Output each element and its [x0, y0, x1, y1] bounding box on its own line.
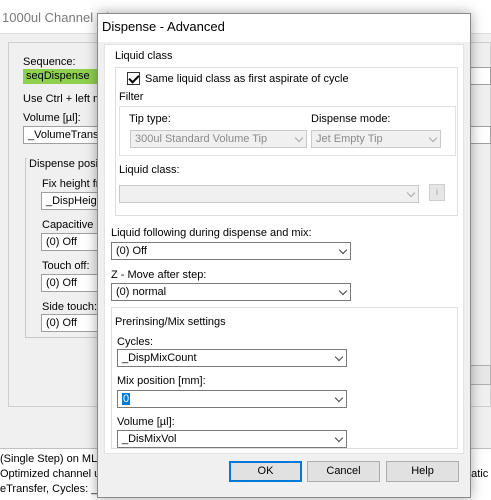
chevron-down-icon: [334, 433, 344, 443]
dialog-title: Dispense - Advanced: [102, 19, 225, 34]
tip-type-select[interactable]: 300ul Standard Volume Tip: [130, 130, 307, 148]
liquid-class-group: Same liquid class as first aspirate of c…: [115, 67, 458, 216]
dialog-titlebar[interactable]: Dispense - Advanced: [98, 14, 470, 42]
dispense-advanced-dialog: Dispense - Advanced Liquid class Same li…: [97, 13, 471, 498]
mix-volume-label: Volume [µl]:: [117, 416, 175, 428]
right-edge-field-2[interactable]: [468, 126, 491, 144]
mix-volume-select[interactable]: _DisMixVol: [117, 430, 347, 448]
tip-type-value: 300ul Standard Volume Tip: [135, 133, 268, 145]
z-move-select[interactable]: (0) normal: [111, 283, 351, 301]
sequence-label: Sequence:: [23, 56, 76, 68]
cycles-label: Cycles:: [117, 336, 154, 348]
dispense-mode-value: Jet Empty Tip: [316, 133, 383, 145]
filter-label: Filter: [119, 91, 144, 103]
chevron-down-icon: [338, 245, 348, 255]
dispense-mode-select[interactable]: Jet Empty Tip: [311, 130, 441, 148]
capacitive-select[interactable]: (0) Off: [41, 233, 101, 251]
mix-position-label: Mix position [mm]:: [117, 375, 206, 387]
mix-position-select[interactable]: 0: [117, 390, 347, 408]
cycles-value: _DispMixCount: [122, 352, 197, 364]
tip-type-label: Tip type:: [129, 113, 171, 125]
hint-text: Use Ctrl + left m: [23, 93, 103, 105]
prerinsing-group-label: Prerinsing/Mix settings: [115, 316, 226, 328]
mix-volume-value: _DisMixVol: [122, 433, 177, 445]
mix-position-value: 0: [122, 393, 131, 405]
volume-label: Volume [µl]:: [23, 112, 81, 124]
help-button[interactable]: Help: [386, 461, 459, 482]
chevron-down-icon: [338, 286, 348, 296]
liquid-class-info-button[interactable]: i: [429, 184, 445, 201]
liquid-following-select[interactable]: (0) Off: [111, 242, 351, 260]
liquid-class-group-label: Liquid class: [115, 50, 173, 62]
dispense-mode-label: Dispense mode:: [311, 113, 391, 125]
log-line: eTransfer, Cycles: _Di: [0, 483, 108, 495]
right-edge-field-1[interactable]: [468, 67, 491, 85]
right-edge-button[interactable]: [468, 365, 491, 385]
z-move-value: (0) normal: [116, 286, 167, 298]
same-liquid-class-checkbox[interactable]: [127, 72, 140, 85]
side-touch-label: Side touch:: [42, 301, 98, 313]
ok-button[interactable]: OK: [229, 461, 302, 482]
prerinsing-group: Prerinsing/Mix settings Cycles: _DispMix…: [111, 307, 458, 449]
chevron-down-icon: [428, 133, 438, 143]
liquid-following-value: (0) Off: [116, 245, 147, 257]
dialog-content-panel: Liquid class Same liquid class as first …: [104, 44, 464, 454]
volume-input[interactable]: _VolumeTransfe: [23, 126, 103, 144]
chevron-down-icon: [334, 352, 344, 362]
fix-height-input[interactable]: _DispHeight: [41, 192, 101, 210]
log-line: (Single Step) on ML_S: [0, 453, 111, 465]
touch-off-label: Touch off:: [42, 260, 90, 272]
z-move-label: Z - Move after step:: [111, 269, 207, 281]
filter-group: Tip type: 300ul Standard Volume Tip Disp…: [119, 106, 456, 156]
cycles-select[interactable]: _DispMixCount: [117, 349, 347, 367]
sequence-value[interactable]: seqDispense: [23, 69, 101, 84]
chevron-down-icon: [294, 133, 304, 143]
chevron-down-icon: [334, 393, 344, 403]
side-touch-select[interactable]: (0) Off: [41, 314, 101, 332]
liquid-following-label: Liquid following during dispense and mix…: [111, 227, 312, 239]
liquid-class-select[interactable]: [119, 185, 419, 203]
log-line: Optimized channel us: [0, 468, 106, 480]
capacitive-label: Capacitive Ll: [42, 219, 105, 231]
chevron-down-icon: [406, 188, 416, 198]
cancel-button[interactable]: Cancel: [307, 461, 380, 482]
touch-off-select[interactable]: (0) Off: [41, 274, 101, 292]
liquid-class-label: Liquid class:: [119, 164, 180, 176]
same-liquid-class-label: Same liquid class as first aspirate of c…: [145, 73, 349, 85]
